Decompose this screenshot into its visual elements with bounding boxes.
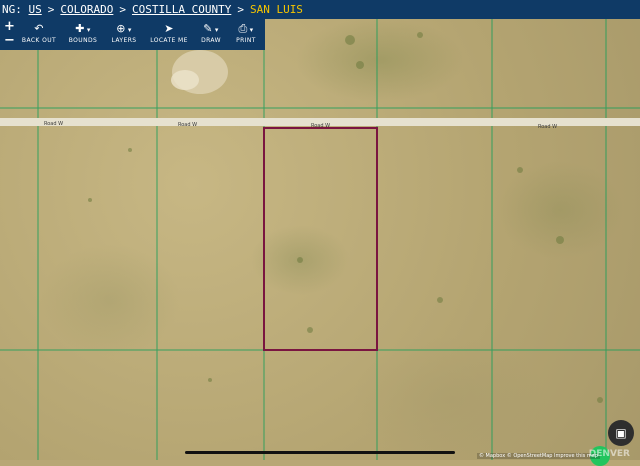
print-label: PRINT <box>236 37 256 44</box>
road-label: Road W <box>178 122 197 128</box>
chevron-down-icon: ▾ <box>127 26 132 34</box>
locate-me-button[interactable]: ➤ LOCATE ME <box>146 19 192 50</box>
map-attribution[interactable]: © Mapbox © OpenStreetMap Improve this ma… <box>476 453 600 459</box>
breadcrumb-separator: > <box>47 3 55 16</box>
breadcrumb-link-costilla-county[interactable]: COSTILLA COUNTY <box>132 3 231 16</box>
puzzle-icon: ✚ ▾ <box>75 22 91 35</box>
map-view[interactable]: Road W Road W Road W Road W <box>0 0 640 460</box>
breadcrumb-current: SAN LUIS <box>249 3 303 16</box>
layers-button[interactable]: ⊕ ▾ LAYERS <box>106 19 142 50</box>
breadcrumb-link-us[interactable]: US <box>29 3 42 16</box>
bounds-label: BOUNDS <box>68 37 98 44</box>
chevron-down-icon: ▾ <box>249 26 254 34</box>
bounds-button[interactable]: ✚ ▾ BOUNDS <box>64 19 102 50</box>
breadcrumb-link-colorado[interactable]: COLORADO <box>60 3 113 16</box>
qr-scan-button[interactable]: ▣ <box>608 420 634 446</box>
breadcrumb-separator: > <box>119 3 126 16</box>
road-label: Road W <box>538 124 557 130</box>
layers-label: LAYERS <box>111 37 137 44</box>
draw-label: DRAW <box>201 37 221 44</box>
pencil-icon: ✎ ▾ <box>203 22 219 35</box>
breadcrumb-prefix: NG: <box>2 3 22 16</box>
qr-scan-icon: ▣ <box>615 426 627 440</box>
draw-button[interactable]: ✎ ▾ DRAW <box>196 19 226 50</box>
vegetation <box>88 32 603 403</box>
chevron-down-icon: ▾ <box>86 26 91 34</box>
home-indicator <box>185 451 455 454</box>
chevron-down-icon: ▾ <box>214 26 219 34</box>
map-overlay: Road W Road W Road W Road W <box>0 19 640 460</box>
watermark: DENVER <box>588 449 630 459</box>
back-out-button[interactable]: ↶ BACK OUT <box>20 19 58 50</box>
back-out-label: BACK OUT <box>21 37 57 44</box>
zoom-out-button[interactable]: − <box>4 34 15 47</box>
printer-icon: ⎙ ▾ <box>238 22 254 35</box>
print-button[interactable]: ⎙ ▾ PRINT <box>230 19 262 50</box>
selected-parcel[interactable] <box>263 127 378 351</box>
parcel-grid <box>0 19 640 460</box>
zoom-in-button[interactable]: + <box>4 20 15 33</box>
map-toolbar: + − ↶ BACK OUT ✚ ▾ BOUNDS ⊕ ▾ LAYERS ➤ LOC… <box>0 19 265 50</box>
locate-me-label: LOCATE ME <box>150 37 188 44</box>
location-arrow-icon: ➤ <box>164 22 174 35</box>
road-label: Road W <box>44 121 63 127</box>
globe-icon: ⊕ ▾ <box>116 22 132 35</box>
back-arrow-icon: ↶ <box>34 22 44 35</box>
sand-patch <box>171 70 199 90</box>
breadcrumb-separator: > <box>237 3 244 16</box>
breadcrumb: NG: US > COLORADO > COSTILLA COUNTY > SAN LUIS <box>0 0 640 19</box>
